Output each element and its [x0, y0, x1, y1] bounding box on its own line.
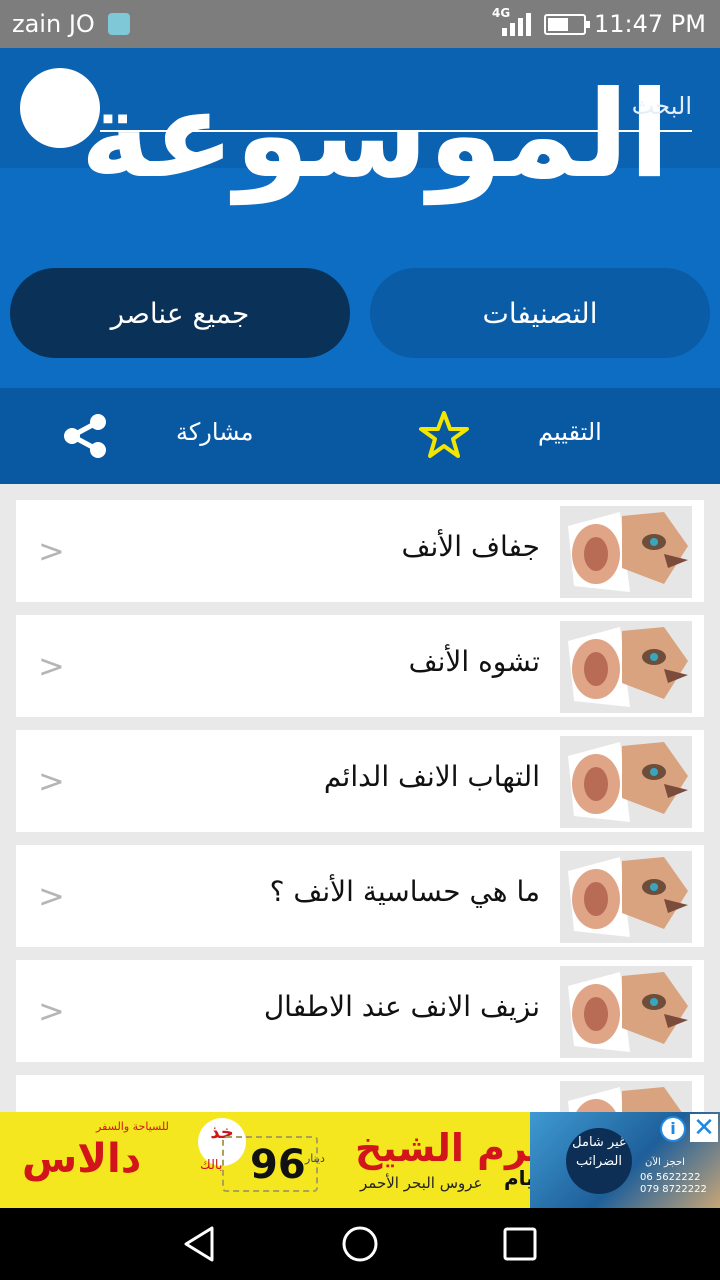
- ad-info-icon[interactable]: i: [660, 1116, 686, 1142]
- ad-brand-subtitle: للسياحة والسفر: [96, 1120, 169, 1133]
- chevron-right-icon: >: [38, 647, 65, 685]
- status-bar: zain JO 4G 11:47 PM: [0, 0, 720, 48]
- list-item[interactable]: نزيف الانف عند الاطفال >: [16, 960, 704, 1062]
- list-item[interactable]: جفاف الأنف >: [16, 500, 704, 602]
- clock: 11:47 PM: [594, 10, 706, 38]
- recents-square-icon[interactable]: [500, 1224, 540, 1264]
- item-label: جفاف الأنف: [401, 530, 540, 563]
- item-thumbnail: [560, 506, 692, 598]
- ad-close-icon[interactable]: ✕: [690, 1114, 718, 1142]
- ad-phones: 06 5622222 079 8722222: [640, 1172, 707, 1196]
- list-item[interactable]: التهاب الانف الدائم >: [16, 730, 704, 832]
- chevron-right-icon: >: [38, 762, 65, 800]
- search-input[interactable]: [100, 84, 692, 128]
- item-label: تشوه الأنف: [408, 645, 540, 678]
- items-list[interactable]: جفاف الأنف > تشوه الأنف > التهاب الانف ا…: [0, 484, 720, 1112]
- share-label[interactable]: مشاركة: [176, 418, 253, 446]
- avatar[interactable]: [20, 68, 100, 148]
- categories-button[interactable]: التصنيفات: [370, 268, 710, 358]
- ad-destination-subtitle: عروس البحر الأحمر: [360, 1174, 483, 1192]
- search-bar[interactable]: [100, 84, 692, 132]
- chevron-right-icon: >: [38, 992, 65, 1030]
- all-items-button[interactable]: جميع عناصر: [10, 268, 350, 358]
- list-item[interactable]: تشوه الأنف >: [16, 615, 704, 717]
- share-icon[interactable]: [60, 412, 110, 460]
- ad-price: 96: [250, 1142, 306, 1188]
- back-triangle-icon[interactable]: [180, 1224, 220, 1264]
- signal-icon: [502, 12, 532, 36]
- android-notification-icon: [108, 13, 130, 35]
- item-thumbnail: [560, 621, 692, 713]
- item-thumbnail: [560, 1081, 692, 1112]
- ad-phone: 06 5622222: [640, 1172, 701, 1183]
- list-item[interactable]: [16, 1075, 704, 1112]
- item-label: ما هي حساسية الأنف ؟: [269, 875, 540, 908]
- item-thumbnail: [560, 966, 692, 1058]
- ad-brand: دالاس: [22, 1136, 142, 1182]
- ad-banner[interactable]: دالاس للسياحة والسفر خذ بالك 96 دينار شر…: [0, 1112, 720, 1208]
- carrier-name: zain JO: [12, 10, 95, 38]
- item-label: التهاب الانف الدائم: [323, 760, 540, 793]
- ad-currency: دينار: [305, 1152, 325, 1165]
- ad-take-subtitle: بالك: [200, 1158, 223, 1173]
- rate-label[interactable]: التقييم: [538, 418, 602, 446]
- item-thumbnail: [560, 851, 692, 943]
- battery-icon: [544, 14, 590, 35]
- home-circle-icon[interactable]: [340, 1224, 380, 1264]
- app-title: الموسوعة الصحية: [70, 66, 670, 205]
- chevron-right-icon: >: [38, 877, 65, 915]
- star-icon[interactable]: [418, 410, 470, 460]
- navigation-bar: [0, 1208, 720, 1280]
- app-header: الموسوعة الصحية جميع عناصر التصنيفات: [0, 48, 720, 388]
- item-label: نزيف الانف عند الاطفال: [263, 990, 540, 1023]
- ad-tax-badge: غير شامل الضرائب: [566, 1128, 632, 1194]
- ad-phone: 079 8722222: [640, 1184, 707, 1195]
- ad-book-now: احجز الآن: [645, 1157, 685, 1168]
- item-thumbnail: [560, 736, 692, 828]
- chevron-right-icon: >: [38, 532, 65, 570]
- action-bar: التقييم مشاركة: [0, 388, 720, 484]
- list-item[interactable]: ما هي حساسية الأنف ؟ >: [16, 845, 704, 947]
